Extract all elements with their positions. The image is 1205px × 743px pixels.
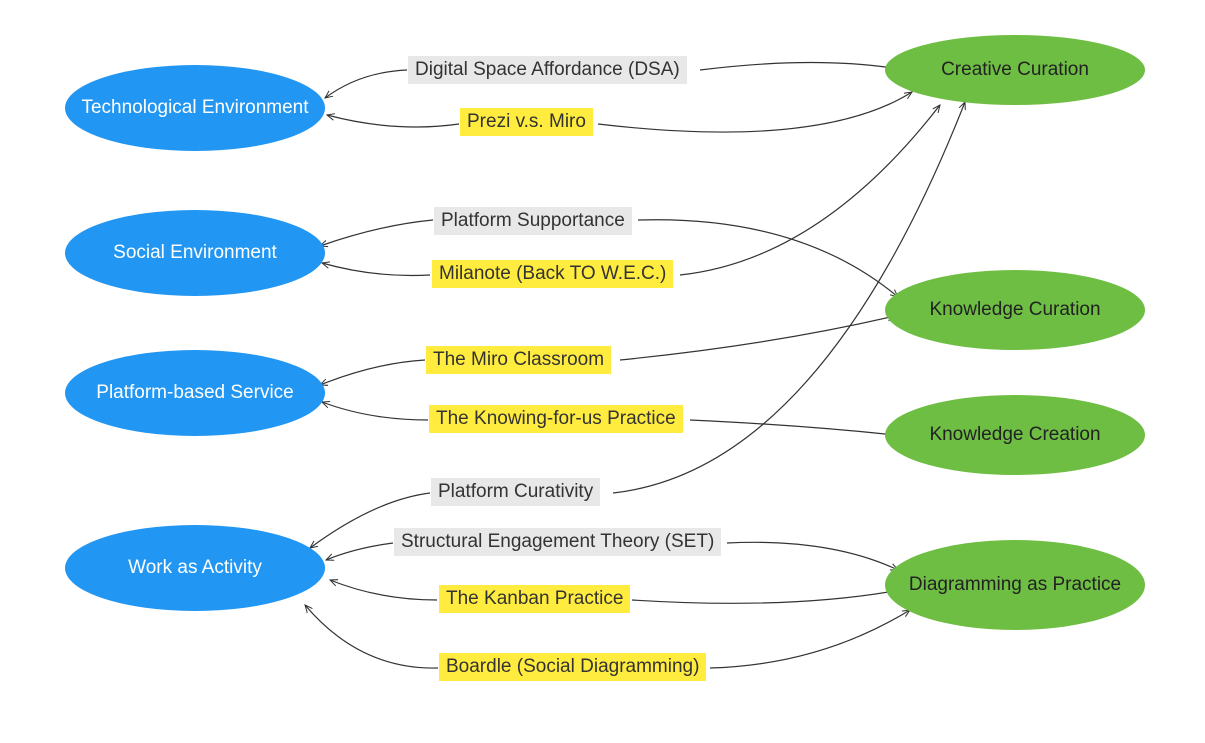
label-milanote: Milanote (Back TO W.E.C.) xyxy=(432,260,673,288)
node-label: Work as Activity xyxy=(128,556,262,581)
node-platform-service: Platform-based Service xyxy=(65,350,325,436)
label-set: Structural Engagement Theory (SET) xyxy=(394,528,721,556)
node-knowledge-creation: Knowledge Creation xyxy=(885,395,1145,475)
label-miro-classroom: The Miro Classroom xyxy=(426,346,611,374)
node-label: Platform-based Service xyxy=(96,381,293,406)
node-label: Diagramming as Practice xyxy=(909,573,1121,598)
node-tech-env: Technological Environment xyxy=(65,65,325,151)
node-social-env: Social Environment xyxy=(65,210,325,296)
label-boardle: Boardle (Social Diagramming) xyxy=(439,653,706,681)
node-creative-curation: Creative Curation xyxy=(885,35,1145,105)
node-label: Creative Curation xyxy=(941,58,1089,83)
node-label: Knowledge Creation xyxy=(929,423,1100,448)
label-prezi-miro: Prezi v.s. Miro xyxy=(460,108,593,136)
label-knowing-for-us: The Knowing-for-us Practice xyxy=(429,405,683,433)
node-knowledge-curation: Knowledge Curation xyxy=(885,270,1145,350)
node-label: Knowledge Curation xyxy=(929,298,1100,323)
node-label: Technological Environment xyxy=(81,96,308,121)
label-platform-curativity: Platform Curativity xyxy=(431,478,600,506)
node-label: Social Environment xyxy=(113,241,277,266)
label-kanban-practice: The Kanban Practice xyxy=(439,585,630,613)
node-work-activity: Work as Activity xyxy=(65,525,325,611)
label-dsa: Digital Space Affordance (DSA) xyxy=(408,56,687,84)
label-platform-supportance: Platform Supportance xyxy=(434,207,632,235)
node-diagramming-practice: Diagramming as Practice xyxy=(885,540,1145,630)
